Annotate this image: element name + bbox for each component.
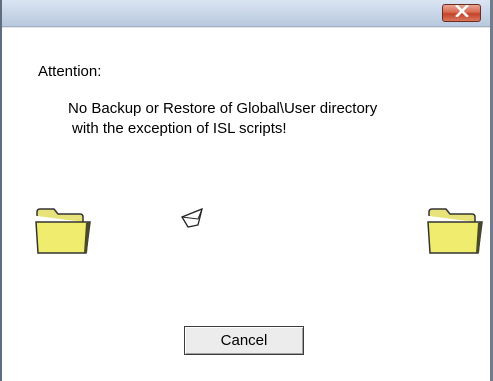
destination-folder-icon <box>426 206 484 261</box>
flying-paper-icon <box>178 205 208 234</box>
backup-dialog: Attention: No Backup or Restore of Globa… <box>0 0 493 381</box>
close-button[interactable] <box>442 4 481 22</box>
message-line-1: No Backup or Restore of Global\User dire… <box>68 100 378 117</box>
title-bar[interactable] <box>2 0 490 27</box>
cancel-button[interactable]: Cancel <box>184 326 304 355</box>
source-folder-icon <box>34 206 92 261</box>
close-icon <box>454 4 470 22</box>
message-line-2: with the exception of ISL scripts! <box>72 120 287 137</box>
cancel-button-label: Cancel <box>220 332 268 349</box>
attention-label: Attention: <box>38 63 102 80</box>
